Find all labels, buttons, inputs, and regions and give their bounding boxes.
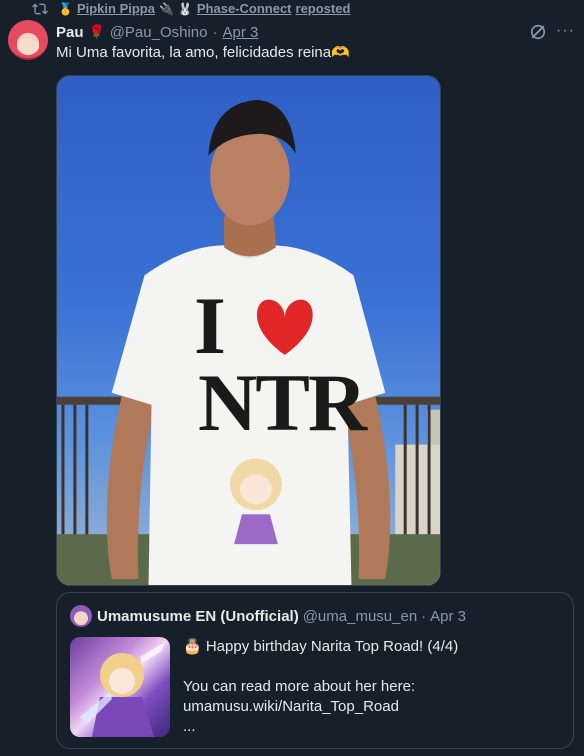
- quote-header: Umamusume EN (Unofficial) @uma_musu_en ·…: [97, 605, 466, 627]
- quote-author-display-name[interactable]: Umamusume EN (Unofficial): [97, 608, 299, 625]
- quote-tweet-card[interactable]: Umamusume EN (Unofficial) @uma_musu_en ·…: [56, 592, 574, 749]
- more-options-icon[interactable]: ···: [556, 22, 576, 42]
- tweet-header: Pau 🌹 @Pau_Oshino · Apr 3: [56, 22, 258, 42]
- quote-author-avatar[interactable]: [70, 605, 92, 627]
- quote-line-1: 🎂 Happy birthday Narita Top Road! (4/4): [183, 638, 459, 655]
- reposter-emoji: 🔌: [158, 1, 174, 16]
- reposter-name-2[interactable]: Phase-Connect: [197, 1, 292, 16]
- author-display-name[interactable]: Pau: [56, 24, 84, 41]
- reposter-name-1[interactable]: Pipkin Pippa: [77, 1, 155, 16]
- repost-icon: [32, 3, 48, 14]
- repost-suffix: reposted: [295, 1, 351, 16]
- shirt-text-ntr: NTR: [198, 357, 367, 448]
- quote-ellipsis: ...: [183, 718, 196, 735]
- quote-thumbnail[interactable]: [70, 637, 170, 737]
- separator-dot: ·: [421, 607, 427, 625]
- grok-icon[interactable]: [528, 22, 548, 42]
- reposter-emoji: 🐰: [177, 1, 193, 16]
- quote-body: 🎂 Happy birthday Narita Top Road! (4/4) …: [183, 637, 563, 737]
- quote-author-handle[interactable]: @uma_musu_en: [303, 608, 417, 625]
- author-avatar[interactable]: [8, 20, 48, 60]
- quote-blank-line: [183, 657, 563, 677]
- separator-dot: ·: [212, 23, 218, 41]
- quote-link[interactable]: umamusu.wiki/Narita_Top_Road: [183, 697, 563, 717]
- author-handle[interactable]: @Pau_Oshino: [110, 24, 208, 41]
- rose-icon: 🌹: [88, 24, 105, 39]
- reposter-emoji: 🥇: [58, 1, 73, 16]
- shirt-letter-i: I: [194, 280, 226, 371]
- quote-line-2: You can read more about her here:: [183, 678, 416, 695]
- quote-date[interactable]: Apr 3: [430, 608, 466, 625]
- repost-context: 🥇 Pipkin Pippa 🔌 🐰 Phase-Connect reposte…: [32, 0, 350, 17]
- tweet-text: Mi Uma favorita, la amo, felicidades rei…: [56, 44, 350, 61]
- tweet-date[interactable]: Apr 3: [223, 24, 259, 41]
- tweet-photo[interactable]: [56, 75, 441, 586]
